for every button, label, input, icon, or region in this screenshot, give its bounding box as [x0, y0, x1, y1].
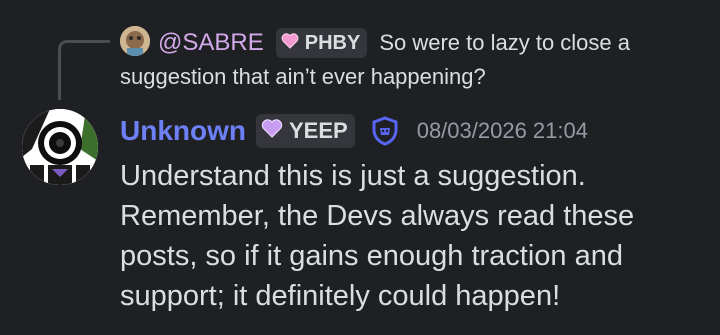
message-line: Remember, the Devs always read these	[120, 200, 635, 232]
pink-heart-icon	[281, 32, 299, 55]
moderator-shield-icon[interactable]	[371, 116, 399, 146]
purple-heart-icon	[261, 118, 283, 144]
message-content: Understand this is just a suggestion. Re…	[120, 156, 710, 316]
message-timestamp[interactable]: 08/03/2026 21:04	[417, 118, 588, 144]
author-name[interactable]: Unknown	[120, 115, 246, 147]
reply-badge-label: PHBY	[304, 31, 361, 54]
reply-author-avatar[interactable]	[120, 26, 150, 56]
reply-header: @SABRE PHBY So were to lazy to close a	[158, 24, 630, 62]
message-line: support; it definitely could happen!	[120, 280, 561, 312]
message-header: Unknown YEEP 08/03/2026 21:04	[120, 110, 588, 152]
author-badge[interactable]: YEEP	[256, 114, 355, 148]
author-badge-label: YEEP	[289, 118, 348, 143]
message-line: posts, so if it gains enough traction an…	[120, 240, 623, 272]
message-container: @SABRE PHBY So were to lazy to close a s…	[0, 0, 720, 335]
reply-author-badge[interactable]: PHBY	[275, 28, 368, 58]
author-avatar[interactable]	[22, 109, 98, 185]
reply-snippet-continued[interactable]: suggestion that ain’t ever happening?	[120, 64, 486, 90]
reply-author-name[interactable]: @SABRE	[158, 29, 264, 57]
reply-snippet[interactable]: So were to lazy to close a	[379, 30, 630, 56]
reply-connector-line	[58, 40, 110, 100]
message-line: Understand this is just a suggestion.	[120, 160, 586, 192]
